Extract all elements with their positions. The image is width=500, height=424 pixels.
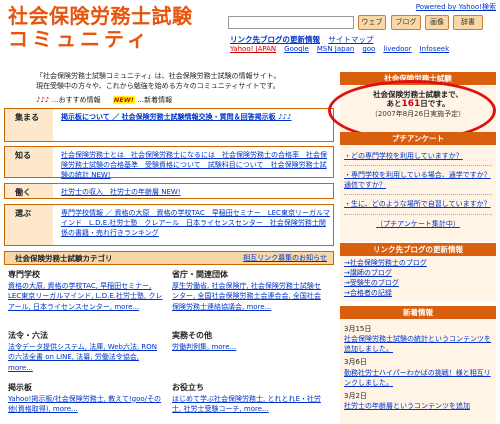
category-links[interactable]: 資格の大原, 資格の学校TAC, 早稲田セミナー, LEC東京リーガルマインド,… [8,282,163,311]
news-link[interactable]: 社会保険労務士試験の統計というコンテンツを追加しました。 [344,335,491,353]
blog-update-link-2[interactable]: →講師のブログ [344,268,492,278]
search-link-msn[interactable]: MSN Japan [317,45,354,53]
category-links[interactable]: はじめて学ぶ社会保険労務士, とれとれE・社労士, 社労士受験コーチ, more… [172,395,321,414]
search-link-infoseek[interactable]: Infoseek [420,45,450,53]
category-links[interactable]: 法令データ提供システム, 法庫, Web六法, RONの六法全書 on LINE… [8,343,157,372]
intro-line1: 「社会保険労務士試験コミュニティ」は、社会保険労務士試験の情報サイト。 [36,72,281,80]
survey-question-1[interactable]: ・どの専門学校を利用していますか？ [344,151,492,161]
site-title-line1[interactable]: 社会保険労務士試験 [8,4,193,28]
blog-updates-title: リンク先ブログの更新情報 [340,243,496,256]
divider [344,213,492,215]
category-useful: お役立ち はじめて学ぶ社会保険労務士, とれとれE・社労士, 社労士受験コーチ,… [172,383,327,415]
survey-question-2[interactable]: ・専門学校を利用している場合、通学ですか？通信ですか？ [344,170,492,190]
new-badge: NEW! [112,96,135,104]
box-label: 知る [5,147,53,177]
box-gather-links[interactable]: 掲示板について ／ 社会保険労務士試験情報交換・質問＆回答掲示板 ♪♪♪ [61,109,333,125]
category-head: 掲示板 [8,383,32,392]
powered-by-link[interactable]: Powered by Yahoo!検索 [416,3,496,11]
divider [344,194,492,196]
search-link-livedoor[interactable]: livedoor [383,45,411,53]
blog-updates-link[interactable]: リンク先ブログの更新情報 [230,35,320,44]
search-link-google[interactable]: Google [284,45,309,53]
box-choose-links[interactable]: 専門学校情報 ／ 資格の大原 資格の学校TAC 早稲田セミナー LEC東京リーガ… [61,205,333,241]
blog-update-link-3[interactable]: →受験生のブログ [344,278,492,288]
category-head: 法令・六法 [8,331,48,340]
box-label: 集まる [5,109,53,141]
category-bbs: 掲示板 Yahoo!掲示板/社会保険労務士, 教えて!goo/その他(資格取得)… [8,383,163,415]
category-head: 専門学校 [8,270,40,279]
header-links: リンク先ブログの更新情報 サイトマップ [230,35,373,44]
site-title-line2[interactable]: コミュニティ [8,27,151,51]
news-date: 3月6日 [344,358,367,367]
category-links[interactable]: 労働判例集, more... [172,343,236,351]
survey-title: プチアンケート [340,132,496,145]
category-head: 省庁・関連団体 [172,270,228,279]
category-laws: 法令・六法 法令データ提供システム, 法庫, Web六法, RONの六法全書 o… [8,331,163,373]
news-title: 新着情報 [340,306,496,319]
news-text: 社会保険労務士試験の統計というコンテンツを追加しました。 [344,334,492,354]
box-work-links[interactable]: 社労士の収入 社労士の年齢層 NEW! [61,184,333,200]
search-engine-links: Yahoo! JAPAN Google MSN Japan goo livedoor In… [230,45,457,53]
blog-update-link-1[interactable]: →社会保険労務士のブログ [344,258,492,268]
news-panel: 新着情報 3月15日 社会保険労務士試験の統計というコンテンツを追加しました。 … [340,306,496,424]
box-know-links[interactable]: 社会保険労務士とは 社会保険労務士になるには 社会保険労務士の合格率 社会保険労… [61,147,333,183]
blog-updates-panel: リンク先ブログの更新情報 →社会保険労務士のブログ →講師のブログ →受験生のブ… [340,243,496,301]
box-label: 選ぶ [5,205,53,245]
box-gather: 集まる 掲示板について ／ 社会保険労務士試験情報交換・質問＆回答掲示板 ♪♪♪ [4,108,334,142]
intro-line2: 現在受験中の方々や、これから勉強を始める方々のコミュニティサイトです。 [36,82,280,91]
category-links[interactable]: Yahoo!掲示板/社会保険労務士, 教えて!goo/その他(資格取得), mo… [8,395,161,414]
survey-panel: プチアンケート ・どの専門学校を利用していますか？ ・専門学校を利用している場合… [340,132,496,242]
search-link-yahoo[interactable]: Yahoo! JAPAN [230,45,276,53]
box-choose: 選ぶ 専門学校情報 ／ 資格の大原 資格の学校TAC 早稲田セミナー LEC東京… [4,204,334,246]
box-label: 働く [5,184,53,198]
category-practice: 実務その他 労働判例集, more... [172,331,327,352]
category-links[interactable]: 厚生労働省, 社会保険庁, 社会保険労務士試験センター, 全国社会保険労務士会連… [172,282,321,311]
box-work: 働く 社労士の収入 社労士の年齢層 NEW! [4,183,334,199]
news-date: 3月2日 [344,391,367,400]
dictionary-search-button[interactable]: 辞書 [453,15,483,30]
news-text: 勤務社労士ハイパーわかばの挑戦！様と相互リンクしました。 [344,368,492,388]
legend-line: ♪♪♪ …おすすめ情報 NEW! …新着情報 [36,96,172,105]
search-input[interactable] [228,16,354,29]
blog-update-link-4[interactable]: →合格者の記録 [344,288,492,298]
category-head: 実務その他 [172,331,212,340]
recommend-arrows: ♪♪♪ [36,96,50,104]
recommend-label: …おすすめ情報 [51,96,101,104]
search-link-goo[interactable]: goo [362,45,375,53]
intro-text: 「社会保険労務士試験コミュニティ」は、社会保険労務士試験の情報サイト。 現在受験… [36,71,326,91]
news-date: 3月15日 [344,325,372,333]
category-title: 社会保険労務士試験カテゴリ [15,254,113,263]
category-government: 省庁・関連団体 厚生労働省, 社会保険庁, 社会保険労務士試験センター, 全国社… [172,270,327,312]
survey-question-3[interactable]: ・生に、どのような場所で自習していますか？ [344,199,492,209]
category-schools: 専門学校 資格の大原, 資格の学校TAC, 早稲田セミナー, LEC東京リーガル… [8,270,163,312]
survey-results-link[interactable]: （プチアンケート集計中） [344,219,492,229]
category-header: 社会保険労務士試験カテゴリ 相互リンク募集のお知らせ [4,251,334,265]
category-head: お役立ち [172,383,204,392]
news-label: …新着情報 [137,96,173,104]
news-link[interactable]: 社労士の年齢層というコンテンツを追加 [344,402,470,410]
blog-search-button[interactable]: ブログ [391,15,421,30]
image-search-button[interactable]: 画像 [425,15,449,30]
news-text: 社労士の年齢層というコンテンツを追加 [344,401,492,411]
box-know: 知る 社会保険労務士とは 社会保険労務士になるには 社会保険労務士の合格率 社会… [4,146,334,179]
mutual-link-notice[interactable]: 相互リンク募集のお知らせ [243,254,327,262]
sitemap-link[interactable]: サイトマップ [328,35,373,44]
divider [344,165,492,167]
news-link[interactable]: 勤務社労士ハイパーわかばの挑戦！様と相互リンクしました。 [344,369,491,387]
web-search-button[interactable]: ウェブ [358,15,386,30]
